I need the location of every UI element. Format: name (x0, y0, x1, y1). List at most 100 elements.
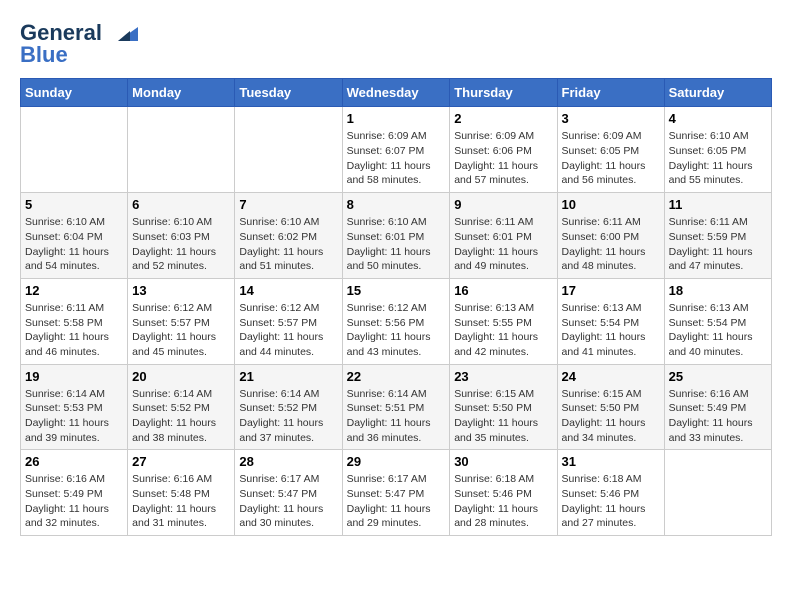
calendar-cell: 22 Sunrise: 6:14 AMSunset: 5:51 PMDayligh… (342, 364, 450, 450)
day-number: 7 (239, 197, 337, 212)
day-number: 29 (347, 454, 446, 469)
day-info: Sunrise: 6:12 AMSunset: 5:57 PMDaylight:… (239, 301, 337, 360)
calendar-week-3: 12 Sunrise: 6:11 AMSunset: 5:58 PMDayligh… (21, 278, 772, 364)
calendar-cell: 24 Sunrise: 6:15 AMSunset: 5:50 PMDayligh… (557, 364, 664, 450)
weekday-header-tuesday: Tuesday (235, 79, 342, 107)
day-number: 4 (669, 111, 767, 126)
day-info: Sunrise: 6:13 AMSunset: 5:55 PMDaylight:… (454, 301, 552, 360)
day-number: 13 (132, 283, 230, 298)
day-info: Sunrise: 6:09 AMSunset: 6:06 PMDaylight:… (454, 129, 552, 188)
day-info: Sunrise: 6:14 AMSunset: 5:52 PMDaylight:… (132, 387, 230, 446)
calendar-cell: 3Sunrise: 6:09 AMSunset: 6:05 PMDaylight… (557, 107, 664, 193)
calendar-cell: 16 Sunrise: 6:13 AMSunset: 5:55 PMDayligh… (450, 278, 557, 364)
day-info: Sunrise: 6:10 AMSunset: 6:05 PMDaylight:… (669, 129, 767, 188)
day-info: Sunrise: 6:12 AMSunset: 5:57 PMDaylight:… (132, 301, 230, 360)
calendar-cell: 20 Sunrise: 6:14 AMSunset: 5:52 PMDayligh… (128, 364, 235, 450)
calendar-cell: 9Sunrise: 6:11 AMSunset: 6:01 PMDaylight… (450, 193, 557, 279)
day-number: 28 (239, 454, 337, 469)
day-info: Sunrise: 6:10 AMSunset: 6:02 PMDaylight:… (239, 215, 337, 274)
calendar-cell (235, 107, 342, 193)
calendar-cell: 11 Sunrise: 6:11 AMSunset: 5:59 PMDayligh… (664, 193, 771, 279)
calendar-cell: 21 Sunrise: 6:14 AMSunset: 5:52 PMDayligh… (235, 364, 342, 450)
day-info: Sunrise: 6:13 AMSunset: 5:54 PMDaylight:… (669, 301, 767, 360)
calendar-cell: 30Sunrise: 6:18 AMSunset: 5:46 PMDayligh… (450, 450, 557, 536)
day-number: 23 (454, 369, 552, 384)
calendar-table: SundayMondayTuesdayWednesdayThursdayFrid… (20, 78, 772, 536)
calendar-week-5: 26Sunrise: 6:16 AMSunset: 5:49 PMDayligh… (21, 450, 772, 536)
calendar-cell: 2 Sunrise: 6:09 AMSunset: 6:06 PMDaylight… (450, 107, 557, 193)
day-info: Sunrise: 6:12 AMSunset: 5:56 PMDaylight:… (347, 301, 446, 360)
day-number: 3 (562, 111, 660, 126)
calendar-cell: 25Sunrise: 6:16 AMSunset: 5:49 PMDayligh… (664, 364, 771, 450)
day-number: 5 (25, 197, 123, 212)
day-number: 1 (347, 111, 446, 126)
calendar-cell: 27 Sunrise: 6:16 AMSunset: 5:48 PMDayligh… (128, 450, 235, 536)
day-number: 21 (239, 369, 337, 384)
day-info: Sunrise: 6:14 AMSunset: 5:52 PMDaylight:… (239, 387, 337, 446)
calendar-cell: 31 Sunrise: 6:18 AMSunset: 5:46 PMDayligh… (557, 450, 664, 536)
calendar-week-1: 1 Sunrise: 6:09 AMSunset: 6:07 PMDaylight… (21, 107, 772, 193)
day-number: 20 (132, 369, 230, 384)
calendar-cell: 6Sunrise: 6:10 AMSunset: 6:03 PMDaylight… (128, 193, 235, 279)
day-number: 22 (347, 369, 446, 384)
day-info: Sunrise: 6:10 AMSunset: 6:03 PMDaylight:… (132, 215, 230, 274)
day-number: 17 (562, 283, 660, 298)
day-info: Sunrise: 6:15 AMSunset: 5:50 PMDaylight:… (562, 387, 660, 446)
page-header: General Blue (20, 20, 772, 68)
calendar-cell: 8 Sunrise: 6:10 AMSunset: 6:01 PMDaylight… (342, 193, 450, 279)
day-number: 12 (25, 283, 123, 298)
day-info: Sunrise: 6:09 AMSunset: 6:07 PMDaylight:… (347, 129, 446, 188)
day-info: Sunrise: 6:14 AMSunset: 5:51 PMDaylight:… (347, 387, 446, 446)
day-info: Sunrise: 6:14 AMSunset: 5:53 PMDaylight:… (25, 387, 123, 446)
day-info: Sunrise: 6:13 AMSunset: 5:54 PMDaylight:… (562, 301, 660, 360)
calendar-cell: 10 Sunrise: 6:11 AMSunset: 6:00 PMDayligh… (557, 193, 664, 279)
day-number: 14 (239, 283, 337, 298)
weekday-header-thursday: Thursday (450, 79, 557, 107)
calendar-cell: 28 Sunrise: 6:17 AMSunset: 5:47 PMDayligh… (235, 450, 342, 536)
day-info: Sunrise: 6:11 AMSunset: 6:01 PMDaylight:… (454, 215, 552, 274)
calendar-cell: 17 Sunrise: 6:13 AMSunset: 5:54 PMDayligh… (557, 278, 664, 364)
day-number: 16 (454, 283, 552, 298)
calendar-week-4: 19 Sunrise: 6:14 AMSunset: 5:53 PMDayligh… (21, 364, 772, 450)
calendar-header-row: SundayMondayTuesdayWednesdayThursdayFrid… (21, 79, 772, 107)
day-number: 10 (562, 197, 660, 212)
day-number: 31 (562, 454, 660, 469)
day-number: 8 (347, 197, 446, 212)
day-number: 11 (669, 197, 767, 212)
calendar-cell: 14 Sunrise: 6:12 AMSunset: 5:57 PMDayligh… (235, 278, 342, 364)
weekday-header-monday: Monday (128, 79, 235, 107)
calendar-cell: 13 Sunrise: 6:12 AMSunset: 5:57 PMDayligh… (128, 278, 235, 364)
weekday-header-saturday: Saturday (664, 79, 771, 107)
day-info: Sunrise: 6:10 AMSunset: 6:01 PMDaylight:… (347, 215, 446, 274)
calendar-cell: 29Sunrise: 6:17 AMSunset: 5:47 PMDayligh… (342, 450, 450, 536)
calendar-cell: 5Sunrise: 6:10 AMSunset: 6:04 PMDaylight… (21, 193, 128, 279)
day-info: Sunrise: 6:11 AMSunset: 6:00 PMDaylight:… (562, 215, 660, 274)
day-number: 2 (454, 111, 552, 126)
calendar-cell (21, 107, 128, 193)
calendar-cell: 12 Sunrise: 6:11 AMSunset: 5:58 PMDayligh… (21, 278, 128, 364)
day-number: 30 (454, 454, 552, 469)
calendar-cell: 4 Sunrise: 6:10 AMSunset: 6:05 PMDaylight… (664, 107, 771, 193)
calendar-cell: 23Sunrise: 6:15 AMSunset: 5:50 PMDayligh… (450, 364, 557, 450)
day-number: 27 (132, 454, 230, 469)
calendar-week-2: 5Sunrise: 6:10 AMSunset: 6:04 PMDaylight… (21, 193, 772, 279)
calendar-cell: 15 Sunrise: 6:12 AMSunset: 5:56 PMDayligh… (342, 278, 450, 364)
logo-icon (110, 23, 138, 45)
day-info: Sunrise: 6:18 AMSunset: 5:46 PMDaylight:… (562, 472, 660, 531)
calendar-cell: 18 Sunrise: 6:13 AMSunset: 5:54 PMDayligh… (664, 278, 771, 364)
weekday-header-friday: Friday (557, 79, 664, 107)
day-info: Sunrise: 6:17 AMSunset: 5:47 PMDaylight:… (239, 472, 337, 531)
calendar-cell: 19 Sunrise: 6:14 AMSunset: 5:53 PMDayligh… (21, 364, 128, 450)
day-number: 18 (669, 283, 767, 298)
day-info: Sunrise: 6:16 AMSunset: 5:48 PMDaylight:… (132, 472, 230, 531)
day-number: 24 (562, 369, 660, 384)
logo: General Blue (20, 20, 138, 68)
calendar-cell: 26Sunrise: 6:16 AMSunset: 5:49 PMDayligh… (21, 450, 128, 536)
day-info: Sunrise: 6:11 AMSunset: 5:59 PMDaylight:… (669, 215, 767, 274)
weekday-header-wednesday: Wednesday (342, 79, 450, 107)
calendar-cell (128, 107, 235, 193)
day-number: 15 (347, 283, 446, 298)
day-number: 19 (25, 369, 123, 384)
calendar-cell: 7 Sunrise: 6:10 AMSunset: 6:02 PMDaylight… (235, 193, 342, 279)
day-info: Sunrise: 6:11 AMSunset: 5:58 PMDaylight:… (25, 301, 123, 360)
